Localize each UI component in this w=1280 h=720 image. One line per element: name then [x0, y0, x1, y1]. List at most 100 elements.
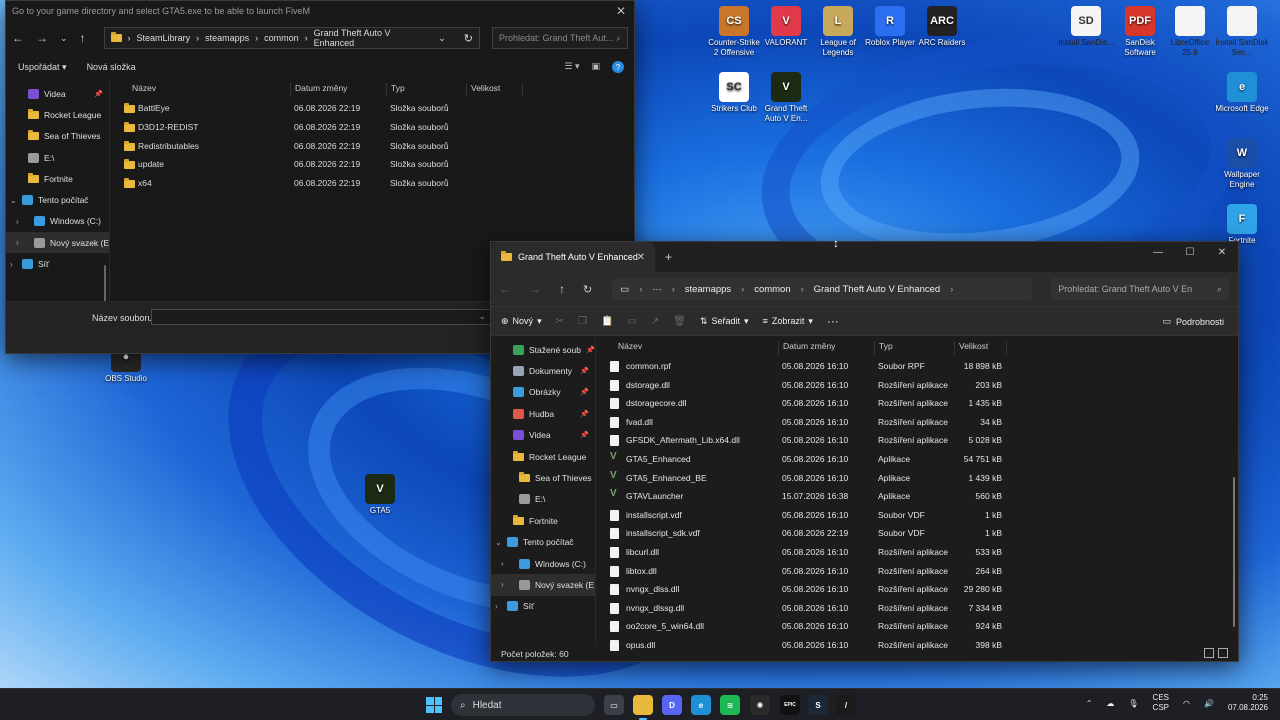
- nav-item[interactable]: Videa 📌: [491, 425, 595, 446]
- nav-item[interactable]: ⌄ Tento počítač: [6, 189, 109, 210]
- scrollbar[interactable]: [1233, 477, 1235, 627]
- desktop-shortcut[interactable]: e Microsoft Edge: [1214, 72, 1270, 114]
- table-row[interactable]: oo2core_5_win64.dll 05.08.2026 16:10 Rozší…: [596, 617, 1238, 636]
- microphone-icon[interactable]: 🎙: [1128, 699, 1138, 708]
- details-button[interactable]: ▭ Podrobnosti: [1162, 316, 1224, 327]
- nav-item[interactable]: Hudba 📌: [491, 403, 595, 424]
- view-options-icon[interactable]: ☰ ▾: [564, 61, 579, 73]
- table-row[interactable]: installscript.vdf 05.08.2026 16:10 Soubor …: [596, 506, 1238, 525]
- nav-item[interactable]: E:\: [6, 147, 109, 168]
- tab-gta-enhanced[interactable]: Grand Theft Auto V Enhanced ✕: [491, 242, 655, 272]
- nav-item[interactable]: Obrázky 📌: [491, 382, 595, 403]
- desktop-shortcut[interactable]: W Wallpaper Engine: [1214, 138, 1270, 190]
- nav-item[interactable]: Rocket League: [6, 104, 109, 125]
- nav-item[interactable]: Fortnite: [6, 168, 109, 189]
- table-row[interactable]: dstorage.dll 05.08.2026 16:10 Rozšíření ap…: [596, 376, 1238, 395]
- sort-button[interactable]: ⇅ Seřadit ▾: [700, 316, 749, 327]
- breadcrumb-item[interactable]: steamapps: [205, 33, 249, 43]
- rename-icon[interactable]: ▭: [627, 316, 636, 327]
- help-icon[interactable]: ?: [612, 61, 624, 73]
- explorer-address-bar[interactable]: ▭ › ··· › steamapps › common › Grand The…: [612, 278, 1033, 300]
- chevron-down-icon[interactable]: ⌄: [10, 196, 17, 205]
- breadcrumb-item[interactable]: Grand Theft Auto V Enhanced: [814, 284, 941, 295]
- desktop-shortcut[interactable]: V GTA5: [352, 474, 408, 516]
- chevron-right-icon[interactable]: ›: [501, 559, 504, 568]
- maximize-icon[interactable]: ☐: [1174, 242, 1206, 262]
- chevron-right-icon[interactable]: ›: [501, 580, 504, 589]
- column-name[interactable]: Název: [614, 341, 642, 355]
- column-size[interactable]: Velikost: [466, 83, 500, 97]
- table-row[interactable]: libcurl.dll 05.08.2026 16:10 Rozšíření apl…: [596, 543, 1238, 562]
- chevron-down-icon[interactable]: ⌄: [478, 311, 486, 322]
- breadcrumb-item[interactable]: common: [264, 33, 299, 43]
- table-row[interactable]: installscript_sdk.vdf 06.08.2026 22:19 Sou…: [596, 524, 1238, 543]
- desktop-shortcut[interactable]: L League of Legends: [810, 6, 866, 58]
- desktop-shortcut[interactable]: PDF SanDisk Software: [1112, 6, 1168, 58]
- volume-icon[interactable]: 🔊: [1204, 699, 1214, 708]
- nav-item[interactable]: › Windows (C:): [491, 553, 595, 574]
- more-options-icon[interactable]: ···: [827, 314, 839, 328]
- chevron-down-icon[interactable]: ⌄: [495, 538, 502, 547]
- nav-item[interactable]: › Nový svazek (E: [6, 232, 109, 254]
- column-type[interactable]: Typ: [874, 341, 893, 355]
- language-indicator[interactable]: CES CSP: [1153, 693, 1169, 713]
- delete-icon[interactable]: 🗑: [673, 316, 686, 327]
- back-arrow-icon[interactable]: ←: [12, 31, 24, 45]
- table-row[interactable]: GFSDK_Aftermath_Lib.x64.dll 05.08.2026 16…: [596, 431, 1238, 450]
- nav-item[interactable]: › Síť: [6, 253, 109, 274]
- chevron-right-icon[interactable]: ›: [16, 217, 19, 226]
- chevron-right-icon[interactable]: ›: [495, 602, 498, 611]
- clock[interactable]: 0:25 07.08.2026: [1228, 693, 1268, 713]
- column-date[interactable]: Datum změny: [290, 83, 347, 97]
- up-arrow-icon[interactable]: ↑: [80, 31, 86, 45]
- cut-icon[interactable]: ✂: [556, 316, 564, 327]
- wifi-icon[interactable]: ◠: [1183, 699, 1190, 708]
- paste-icon[interactable]: 📋: [601, 316, 613, 327]
- desktop-shortcut[interactable]: Install SanDisk Sec...: [1214, 6, 1270, 58]
- file-explorer-icon[interactable]: [633, 695, 653, 720]
- new-button[interactable]: ⊕ Nový ▾: [501, 316, 542, 327]
- more-icon[interactable]: ···: [652, 284, 662, 295]
- task-view-icon[interactable]: ▭: [604, 695, 624, 715]
- copy-icon[interactable]: ❐: [578, 316, 587, 327]
- view-button[interactable]: ≡ Zobrazit ▾: [763, 316, 813, 327]
- nav-item[interactable]: Dokumenty 📌: [491, 360, 595, 381]
- minimize-icon[interactable]: —: [1142, 242, 1174, 262]
- chevron-right-icon[interactable]: ›: [16, 238, 19, 247]
- windows-start-icon[interactable]: [426, 697, 442, 713]
- nav-item[interactable]: › Windows (C:): [6, 211, 109, 232]
- table-row[interactable]: Redistributables 06.08.2026 22:19 Složka s…: [110, 137, 634, 156]
- details-view-icon[interactable]: [1204, 648, 1214, 658]
- column-name[interactable]: Název: [128, 83, 156, 97]
- desktop-shortcut[interactable]: ARC ARC Raiders: [914, 6, 970, 48]
- table-row[interactable]: update 06.08.2026 22:19 Složka souborů: [110, 155, 634, 174]
- nav-item[interactable]: › Nový svazek (E: [491, 574, 595, 596]
- table-row[interactable]: V GTA5_Enhanced_BE 05.08.2026 16:10 Aplikac…: [596, 469, 1238, 488]
- refresh-icon[interactable]: ↻: [583, 283, 592, 296]
- breadcrumb-item[interactable]: common: [754, 284, 790, 295]
- desktop-shortcut[interactable]: F Fortnite: [1214, 204, 1270, 246]
- explorer-search-input[interactable]: Prohledat: Grand Theft Auto V En ⌕: [1050, 278, 1230, 300]
- refresh-icon[interactable]: ↻: [464, 32, 473, 45]
- chevron-up-icon[interactable]: ⌃: [1086, 699, 1093, 708]
- up-arrow-icon[interactable]: ↑: [559, 282, 565, 296]
- steam-icon[interactable]: S: [808, 695, 828, 715]
- chevron-right-icon[interactable]: ›: [10, 260, 13, 269]
- back-arrow-icon[interactable]: ←: [499, 282, 511, 296]
- nav-item[interactable]: E:\: [491, 489, 595, 510]
- nav-item[interactable]: Fortnite: [491, 510, 595, 531]
- nvidia-app-icon[interactable]: /: [836, 695, 856, 715]
- edge-icon[interactable]: e: [691, 695, 711, 715]
- nav-item[interactable]: Sea of Thieves: [6, 126, 109, 147]
- column-type[interactable]: Typ: [386, 83, 405, 97]
- table-row[interactable]: nvngx_dlss.dll 05.08.2026 16:10 Rozšíření …: [596, 580, 1238, 599]
- table-row[interactable]: D3D12-REDIST 06.08.2026 22:19 Složka soubo…: [110, 118, 634, 137]
- breadcrumb-item[interactable]: SteamLibrary: [137, 33, 191, 43]
- column-size[interactable]: Velikost: [954, 341, 988, 355]
- chatgpt-icon[interactable]: ✺: [750, 695, 770, 715]
- chevron-down-icon[interactable]: ⌄: [438, 33, 446, 44]
- table-row[interactable]: BattlEye 06.08.2026 22:19 Složka souborů: [110, 99, 634, 118]
- epic-games-icon[interactable]: EPIC: [780, 695, 800, 715]
- close-icon[interactable]: ✕: [1206, 242, 1238, 262]
- tiles-view-icon[interactable]: [1218, 648, 1228, 658]
